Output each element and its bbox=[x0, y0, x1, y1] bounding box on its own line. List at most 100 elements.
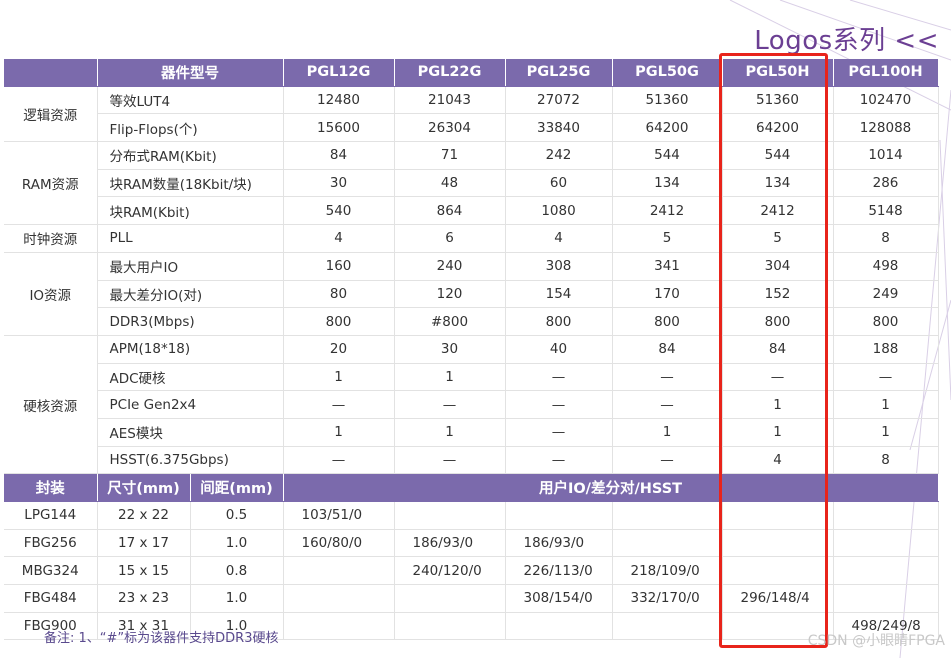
category-cell: IO资源 bbox=[4, 252, 98, 336]
item-cell: AES模块 bbox=[97, 418, 284, 447]
value-cell: 134 bbox=[612, 169, 723, 198]
package-io-cell bbox=[283, 584, 395, 613]
package-name-cell: FBG484 bbox=[4, 584, 98, 613]
value-cell: 64200 bbox=[612, 113, 723, 143]
item-cell: 分布式RAM(Kbit) bbox=[97, 141, 284, 170]
value-cell: 154 bbox=[505, 280, 613, 309]
value-cell: 864 bbox=[394, 196, 506, 226]
package-io-cell bbox=[394, 584, 506, 613]
value-cell: 20 bbox=[283, 335, 395, 364]
package-io-cell bbox=[833, 501, 939, 530]
header-size: 尺寸(mm) bbox=[97, 473, 191, 502]
item-cell: PCIe Gen2x4 bbox=[97, 390, 284, 419]
value-cell: 540 bbox=[283, 196, 395, 226]
package-io-cell bbox=[283, 556, 395, 586]
package-io-cell bbox=[612, 612, 723, 641]
package-io-cell: 226/113/0 bbox=[505, 556, 613, 586]
package-io-cell: 186/93/0 bbox=[394, 529, 506, 558]
value-cell: — bbox=[612, 390, 723, 419]
package-io-cell bbox=[283, 612, 395, 641]
package-io-cell bbox=[833, 556, 939, 586]
item-cell: 块RAM数量(18Kbit/块) bbox=[97, 169, 284, 198]
value-cell: — bbox=[505, 390, 613, 419]
value-cell: #800 bbox=[394, 307, 506, 336]
value-cell: — bbox=[394, 446, 506, 475]
value-cell: — bbox=[283, 446, 395, 475]
value-cell: 5148 bbox=[833, 196, 939, 226]
package-io-cell: 186/93/0 bbox=[505, 529, 613, 558]
value-cell: 6 bbox=[394, 224, 506, 253]
item-cell: Flip-Flops(个) bbox=[97, 113, 284, 143]
value-cell: 84 bbox=[283, 141, 395, 170]
package-io-cell: 332/170/0 bbox=[612, 584, 723, 613]
package-size-cell: 15 x 15 bbox=[97, 556, 191, 586]
value-cell: 1014 bbox=[833, 141, 939, 170]
package-name-cell: LPG144 bbox=[4, 501, 98, 530]
package-io-cell bbox=[505, 612, 613, 641]
value-cell: 240 bbox=[394, 252, 506, 281]
package-io-cell: 240/120/0 bbox=[394, 556, 506, 586]
item-cell: ADC硬核 bbox=[97, 363, 284, 392]
value-cell: 51360 bbox=[612, 86, 723, 115]
category-cell: RAM资源 bbox=[4, 141, 98, 226]
package-name-cell: MBG324 bbox=[4, 556, 98, 586]
item-cell: HSST(6.375Gbps) bbox=[97, 446, 284, 475]
header-pitch: 间距(mm) bbox=[190, 473, 284, 502]
value-cell: 341 bbox=[612, 252, 723, 281]
package-io-cell bbox=[833, 529, 939, 558]
package-pitch-cell: 0.8 bbox=[190, 556, 284, 586]
value-cell: 33840 bbox=[505, 113, 613, 143]
value-cell: — bbox=[283, 390, 395, 419]
value-cell: 800 bbox=[505, 307, 613, 336]
value-cell: 1 bbox=[833, 390, 939, 419]
header-pgl25g: PGL25G bbox=[505, 59, 613, 87]
category-cell: 逻辑资源 bbox=[4, 86, 98, 143]
value-cell: 800 bbox=[283, 307, 395, 336]
value-cell: — bbox=[394, 390, 506, 419]
value-cell: 4 bbox=[505, 224, 613, 253]
header-pgl50g: PGL50G bbox=[612, 59, 723, 87]
value-cell: — bbox=[833, 363, 939, 392]
value-cell: 1080 bbox=[505, 196, 613, 226]
header-pgl22g: PGL22G bbox=[394, 59, 506, 87]
value-cell: 40 bbox=[505, 335, 613, 364]
series-title: Logos系列 << bbox=[754, 26, 939, 56]
item-cell: DDR3(Mbps) bbox=[97, 307, 284, 336]
package-io-cell bbox=[612, 501, 723, 530]
value-cell: 2412 bbox=[612, 196, 723, 226]
value-cell: 80 bbox=[283, 280, 395, 309]
value-cell: 71 bbox=[394, 141, 506, 170]
package-size-cell: 22 x 22 bbox=[97, 501, 191, 530]
item-cell: 最大用户IO bbox=[97, 252, 284, 281]
value-cell: 30 bbox=[283, 169, 395, 198]
header-pgl100h: PGL100H bbox=[833, 59, 939, 87]
value-cell: 120 bbox=[394, 280, 506, 309]
package-io-cell: 103/51/0 bbox=[283, 501, 395, 530]
value-cell: — bbox=[612, 446, 723, 475]
value-cell: 800 bbox=[612, 307, 723, 336]
item-cell: 等效LUT4 bbox=[97, 86, 284, 115]
value-cell: 800 bbox=[833, 307, 939, 336]
value-cell: 308 bbox=[505, 252, 613, 281]
item-cell: 最大差分IO(对) bbox=[97, 280, 284, 309]
value-cell: 544 bbox=[612, 141, 723, 170]
value-cell: 4 bbox=[283, 224, 395, 253]
value-cell: 26304 bbox=[394, 113, 506, 143]
value-cell: 5 bbox=[612, 224, 723, 253]
value-cell: 170 bbox=[612, 280, 723, 309]
value-cell: 12480 bbox=[283, 86, 395, 115]
package-io-cell: 160/80/0 bbox=[283, 529, 395, 558]
value-cell: 30 bbox=[394, 335, 506, 364]
item-cell: APM(18*18) bbox=[97, 335, 284, 364]
value-cell: — bbox=[505, 363, 613, 392]
category-cell: 硬核资源 bbox=[4, 335, 98, 475]
header-device-model: 器件型号 bbox=[97, 59, 284, 87]
category-cell: 时钟资源 bbox=[4, 224, 98, 253]
header-package: 封装 bbox=[4, 473, 98, 502]
pgl50h-highlight-box bbox=[719, 53, 828, 648]
package-pitch-cell: 1.0 bbox=[190, 529, 284, 558]
value-cell: — bbox=[612, 363, 723, 392]
value-cell: 1 bbox=[283, 418, 395, 447]
value-cell: 84 bbox=[612, 335, 723, 364]
item-cell: 块RAM(Kbit) bbox=[97, 196, 284, 226]
